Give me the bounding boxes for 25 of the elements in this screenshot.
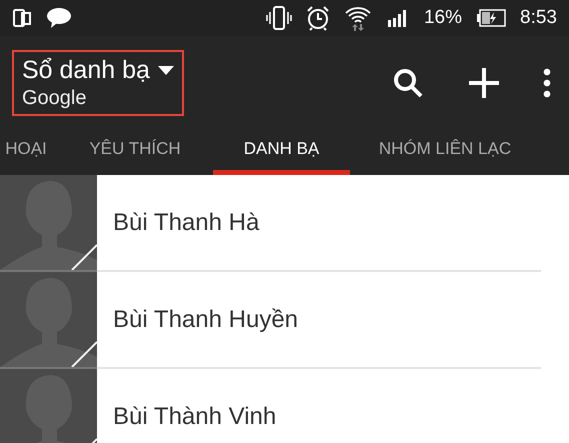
tab[interactable]: YÊU THÍCH [60,130,210,175]
battery-charging-icon [476,9,506,27]
app-title: Sổ danh bạ [22,56,150,85]
account-selector[interactable]: Sổ danh bạ Google [12,50,184,116]
battery-percent: 16% [424,7,462,29]
avatar-silhouette-icon [0,175,97,272]
clock-time: 8:53 [520,7,557,29]
alarm-clock-icon [306,5,330,31]
dropdown-caret-icon [158,66,174,75]
avatar-silhouette-icon [0,369,97,443]
tab[interactable]: HOẠI [0,130,60,175]
menu-icon [543,68,551,98]
vibrate-icon [266,5,292,31]
avatar-silhouette-icon [0,272,97,369]
phone-screens-icon [12,8,32,28]
wifi-icon [344,4,372,32]
contact-name[interactable]: Bùi Thanh Hà [97,175,541,272]
contact-name[interactable]: Bùi Thành Vinh [97,369,541,443]
tab[interactable]: NHÓM LIÊN LẠC [350,130,540,175]
contact-name[interactable]: Bùi Thanh Huyền [97,272,541,369]
search-icon [391,66,425,100]
tab[interactable]: DANH BẠ [213,130,350,175]
plus-icon [467,66,501,100]
account-name: Google [22,87,86,110]
chat-bubble-icon [46,7,72,29]
